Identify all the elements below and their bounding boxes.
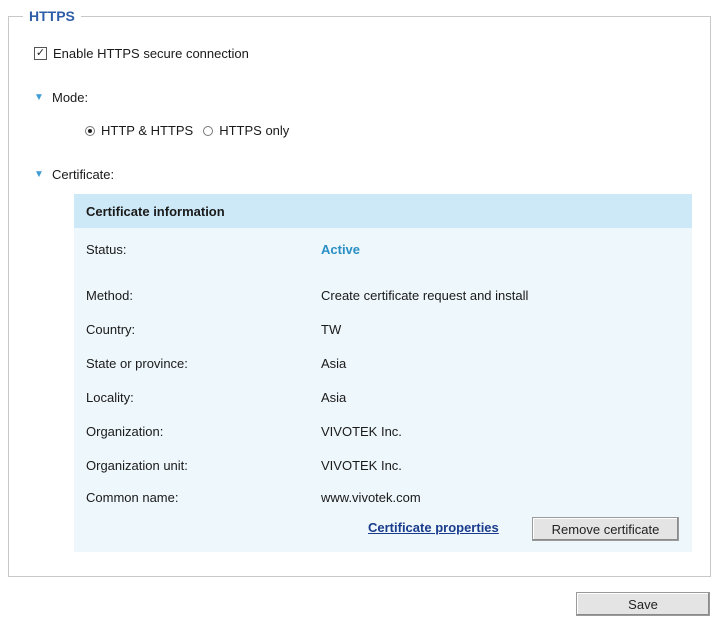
remove-certificate-button[interactable]: Remove certificate <box>532 517 679 541</box>
cert-common-name-value: www.vivotek.com <box>321 490 421 505</box>
chevron-down-icon[interactable]: ▼ <box>34 169 48 180</box>
certificate-info-header: Certificate information <box>74 194 692 228</box>
cert-state-label: State or province: <box>86 356 188 371</box>
cert-country-value: TW <box>321 322 342 337</box>
cert-status-label: Status: <box>86 242 127 257</box>
cert-status-value: Active <box>321 242 361 257</box>
chevron-down-icon[interactable]: ▼ <box>34 92 48 103</box>
enable-https-checkbox[interactable]: ✓ <box>34 47 47 60</box>
cert-state-value: Asia <box>321 356 347 371</box>
cert-organization-value: VIVOTEK Inc. <box>321 424 402 439</box>
https-section-title: HTTPS <box>23 7 81 25</box>
certificate-info-panel: Certificate information Status: Active M… <box>74 194 692 552</box>
cert-locality-value: Asia <box>321 390 347 405</box>
mode-options: HTTP & HTTPS HTTPS only <box>85 123 289 138</box>
cert-org-unit-value: VIVOTEK Inc. <box>321 458 402 473</box>
cert-method-label: Method: <box>86 288 133 303</box>
mode-label[interactable]: Mode: <box>52 90 88 105</box>
radio-http-https-label[interactable]: HTTP & HTTPS <box>101 123 193 138</box>
cert-locality-label: Locality: <box>86 390 134 405</box>
save-button[interactable]: Save <box>576 592 710 616</box>
cert-country-label: Country: <box>86 322 136 337</box>
cert-common-name-label: Common name: <box>86 490 179 505</box>
radio-http-https[interactable] <box>85 125 95 136</box>
enable-https-label[interactable]: Enable HTTPS secure connection <box>53 46 249 61</box>
cert-organization-label: Organization: <box>86 424 164 439</box>
certificate-row[interactable]: ▼ Certificate: <box>34 167 114 182</box>
enable-https-row[interactable]: ✓ Enable HTTPS secure connection <box>34 46 249 61</box>
radio-https-only-label[interactable]: HTTPS only <box>219 123 289 138</box>
cert-org-unit-label: Organization unit: <box>86 458 188 473</box>
certificate-label[interactable]: Certificate: <box>52 167 114 182</box>
mode-row[interactable]: ▼ Mode: <box>34 90 88 105</box>
cert-method-value: Create certificate request and install <box>321 288 529 303</box>
certificate-properties-link[interactable]: Certificate properties <box>368 520 499 535</box>
radio-https-only[interactable] <box>203 125 214 136</box>
